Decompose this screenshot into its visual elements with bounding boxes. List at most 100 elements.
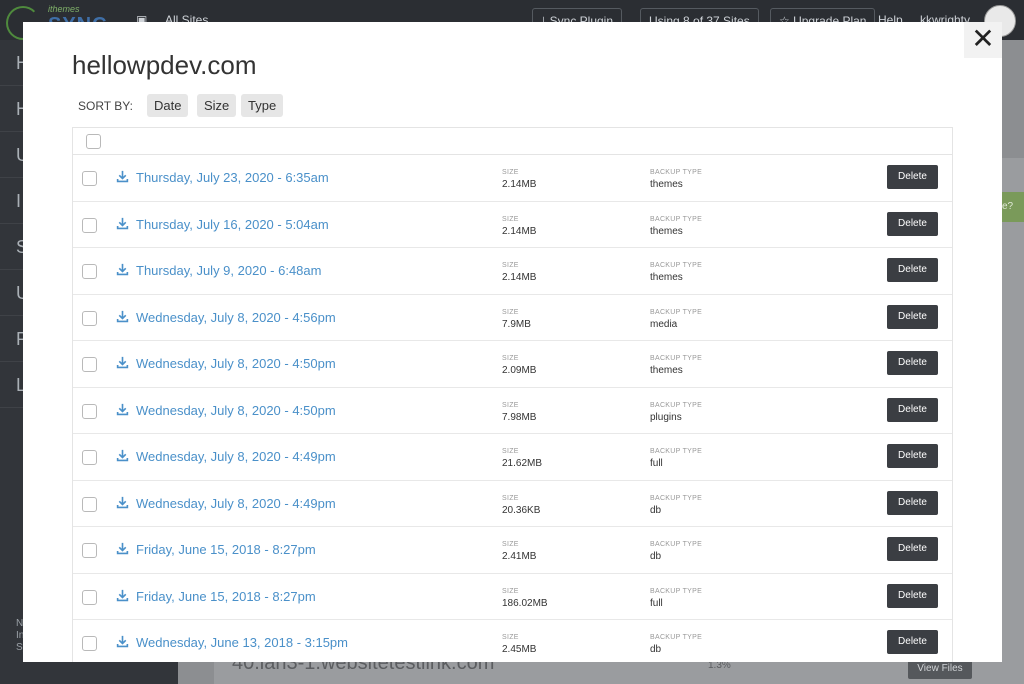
backup-row: Thursday, July 23, 2020 - 6:35am SIZE 2.… — [73, 155, 952, 202]
download-icon[interactable] — [116, 542, 129, 555]
backup-size: 21.62MB — [502, 458, 543, 469]
backup-type: themes — [650, 365, 683, 376]
backup-date-link[interactable]: Thursday, July 9, 2020 - 6:48am — [136, 263, 321, 278]
modal-title: hellowpdev.com — [72, 50, 257, 80]
backup-type-label: BACKUP TYPE — [650, 215, 703, 223]
sort-date-button[interactable]: Date — [147, 94, 189, 117]
backup-date-link[interactable]: Wednesday, July 8, 2020 - 4:56pm — [136, 310, 336, 325]
backup-date-link[interactable]: Wednesday, July 8, 2020 - 4:49pm — [136, 449, 336, 464]
backup-row: Wednesday, July 8, 2020 - 4:49pm SIZE 20… — [73, 481, 952, 527]
close-modal-button[interactable]: ✕ — [964, 22, 1002, 58]
backup-row: Friday, June 15, 2018 - 8:27pm SIZE 186.… — [73, 574, 952, 620]
backup-row: Thursday, July 16, 2020 - 5:04am SIZE 2.… — [73, 202, 952, 248]
backup-size: 2.09MB — [502, 365, 537, 376]
size-label: SIZE — [502, 355, 519, 362]
backup-type-label: BACKUP TYPE — [650, 494, 703, 502]
size-label: SIZE — [502, 169, 519, 176]
sort-size-button[interactable]: Size — [197, 94, 237, 117]
backup-type-label: BACKUP TYPE — [650, 541, 703, 548]
backups-table: Thursday, July 23, 2020 - 6:35am SIZE 2.… — [72, 127, 953, 662]
backup-row: Wednesday, July 8, 2020 - 4:50pm SIZE 7.… — [73, 388, 952, 434]
download-icon[interactable] — [116, 589, 129, 602]
delete-button[interactable]: Delete — [887, 258, 938, 282]
close-icon: ✕ — [971, 23, 995, 54]
delete-button[interactable]: Delete — [887, 537, 938, 561]
backup-size: 20.36KB — [502, 504, 541, 516]
backup-date-link[interactable]: Wednesday, July 8, 2020 - 4:50pm — [136, 356, 336, 371]
row-checkbox[interactable] — [82, 450, 97, 465]
table-header — [73, 128, 952, 155]
backup-type: themes — [650, 225, 683, 237]
delete-button[interactable]: Delete — [887, 211, 938, 236]
download-icon[interactable] — [116, 496, 129, 509]
download-icon[interactable] — [116, 356, 129, 369]
delete-button[interactable]: Delete — [887, 397, 938, 422]
backup-type-label: BACKUP TYPE — [650, 355, 703, 362]
notice-tab[interactable]: e? — [1002, 192, 1024, 222]
sort-type-button[interactable]: Type — [241, 94, 284, 117]
delete-button[interactable]: Delete — [887, 351, 938, 375]
backups-modal: hellowpdev.com SORT BY: Date Size Type T… — [23, 22, 1002, 662]
backup-size: 2.14MB — [502, 225, 537, 237]
row-checkbox[interactable] — [82, 636, 97, 651]
backup-size: 186.02MB — [502, 597, 548, 609]
row-checkbox[interactable] — [82, 264, 97, 279]
delete-button[interactable]: Delete — [887, 630, 938, 654]
delete-button[interactable]: Delete — [887, 444, 938, 468]
backup-date-link[interactable]: Wednesday, July 8, 2020 - 4:50pm — [136, 403, 336, 418]
backup-row: Wednesday, July 8, 2020 - 4:56pm SIZE 7.… — [73, 295, 952, 341]
size-label: SIZE — [502, 587, 519, 595]
row-checkbox[interactable] — [82, 217, 97, 233]
backup-type: db — [650, 504, 662, 516]
backup-date-link[interactable]: Thursday, July 16, 2020 - 5:04am — [136, 217, 329, 232]
download-icon[interactable] — [116, 635, 129, 648]
row-checkbox[interactable] — [82, 496, 97, 512]
delete-button[interactable]: Delete — [887, 304, 938, 329]
backup-date-link[interactable]: Friday, June 15, 2018 - 8:27pm — [136, 542, 316, 557]
size-label: SIZE — [502, 634, 519, 641]
backup-type: themes — [650, 179, 683, 190]
backup-row: Wednesday, July 8, 2020 - 4:49pm SIZE 21… — [73, 434, 952, 481]
backup-type: full — [650, 597, 663, 609]
delete-button[interactable]: Delete — [887, 165, 938, 189]
backup-size: 2.14MB — [502, 272, 537, 283]
view-files-button[interactable]: View Files — [908, 659, 972, 679]
row-checkbox[interactable] — [82, 310, 97, 326]
backup-type-label: BACKUP TYPE — [650, 401, 703, 409]
select-all-checkbox[interactable] — [86, 134, 101, 149]
download-icon[interactable] — [116, 449, 129, 462]
backup-date-link[interactable]: Friday, June 15, 2018 - 8:27pm — [136, 589, 316, 604]
backup-date-link[interactable]: Wednesday, July 8, 2020 - 4:49pm — [136, 496, 336, 511]
backup-type: db — [650, 644, 662, 655]
backup-size: 7.98MB — [502, 411, 537, 423]
backup-size: 2.41MB — [502, 551, 537, 562]
row-checkbox[interactable] — [82, 357, 97, 372]
delete-button[interactable]: Delete — [887, 490, 938, 515]
row-checkbox[interactable] — [82, 589, 97, 605]
backup-row: Wednesday, June 13, 2018 - 3:15pm SIZE 2… — [73, 620, 952, 662]
backup-type-label: BACKUP TYPE — [650, 587, 703, 595]
size-label: SIZE — [502, 308, 519, 316]
backup-size: 2.45MB — [502, 644, 537, 655]
backup-date-link[interactable]: Wednesday, June 13, 2018 - 3:15pm — [136, 635, 348, 650]
row-checkbox[interactable] — [82, 543, 97, 558]
download-icon[interactable] — [116, 403, 129, 416]
backup-type: db — [650, 551, 662, 562]
download-icon[interactable] — [116, 170, 129, 183]
backup-type: themes — [650, 272, 683, 283]
size-label: SIZE — [502, 215, 519, 223]
row-checkbox[interactable] — [82, 171, 97, 186]
download-icon[interactable] — [116, 263, 129, 276]
backup-type: media — [650, 318, 678, 330]
delete-button[interactable]: Delete — [887, 583, 938, 608]
size-label: SIZE — [502, 262, 519, 269]
backup-date-link[interactable]: Thursday, July 23, 2020 - 6:35am — [136, 170, 329, 185]
download-icon[interactable] — [116, 217, 129, 230]
backup-type-label: BACKUP TYPE — [650, 634, 703, 641]
backup-type: full — [650, 458, 663, 469]
backup-size: 7.9MB — [502, 318, 531, 330]
download-icon[interactable] — [116, 310, 129, 323]
row-checkbox[interactable] — [82, 403, 97, 419]
size-label: SIZE — [502, 401, 519, 409]
backup-type-label: BACKUP TYPE — [650, 448, 703, 455]
